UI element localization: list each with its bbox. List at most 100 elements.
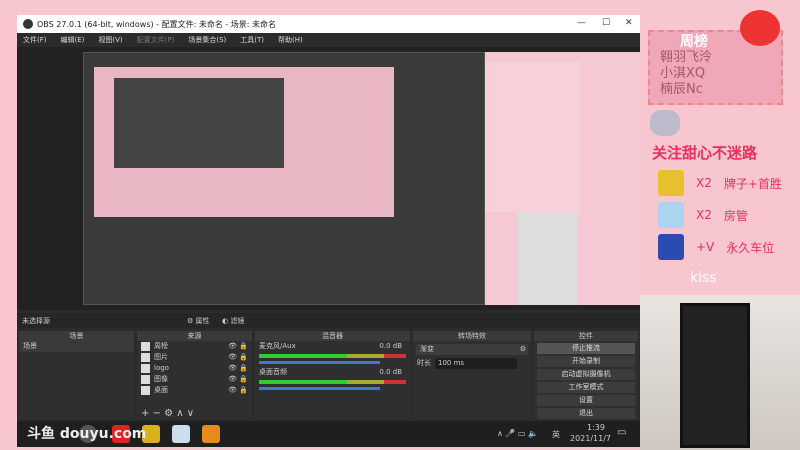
menu-edit[interactable]: 编辑(E) bbox=[61, 35, 85, 45]
clock-date: 2021/11/7 bbox=[570, 434, 612, 443]
source-name: 桌面 bbox=[154, 386, 168, 394]
source-item[interactable]: 周榜 👁 🔒 bbox=[137, 341, 252, 352]
minimize-button[interactable]: — bbox=[577, 18, 586, 28]
app-icon[interactable] bbox=[172, 425, 190, 443]
strawberry-icon bbox=[740, 10, 780, 46]
controls-header: 控件 bbox=[534, 331, 638, 341]
scenes-dock: 场景 场景 bbox=[19, 331, 134, 419]
control-button[interactable]: 设置 bbox=[537, 395, 635, 406]
visibility-eye-icon[interactable]: 👁 🔒 bbox=[228, 341, 248, 352]
menu-profile[interactable]: 配置文件(P) bbox=[137, 35, 175, 45]
scenes-header: 场景 bbox=[19, 331, 134, 341]
kiss-text: kiss bbox=[690, 270, 717, 286]
clock-time: 1:39 bbox=[587, 423, 605, 432]
gift-icon bbox=[658, 170, 684, 196]
controls-dock: 控件 停止推流开始录制启动虚拟摄像机 工作室模式设置退出 bbox=[534, 331, 638, 419]
volume-slider[interactable] bbox=[259, 361, 380, 364]
control-button[interactable]: 工作室模式 bbox=[537, 382, 635, 393]
nested-obs-capture bbox=[83, 52, 485, 305]
webcam-feed bbox=[640, 295, 800, 450]
display-icon bbox=[141, 386, 150, 395]
transition-type: 渐变 bbox=[420, 345, 434, 353]
notification-icon[interactable]: ▭ bbox=[617, 427, 626, 438]
menu-tools[interactable]: 工具(T) bbox=[240, 35, 264, 45]
nested-camera bbox=[518, 212, 578, 305]
perk-amount: X2 bbox=[696, 176, 712, 190]
perk-text: 永久车位 bbox=[726, 240, 775, 255]
menu-view[interactable]: 视图(V) bbox=[98, 35, 122, 45]
control-button[interactable]: 启动虚拟摄像机 bbox=[537, 369, 635, 380]
control-button[interactable]: 开始录制 bbox=[537, 356, 635, 367]
mixer-header: 混音器 bbox=[255, 331, 410, 341]
volume-meter bbox=[259, 380, 406, 384]
tray-icons[interactable]: ∧ 🎤 ▭ 🔈 bbox=[497, 429, 538, 438]
source-item[interactable]: logo 👁 🔒 bbox=[137, 363, 252, 374]
no-source-label: 未选择源 bbox=[22, 316, 50, 325]
source-toolbar-buttons[interactable]: + − ⚙ ∧ ∨ bbox=[141, 408, 194, 419]
ime-indicator[interactable]: 英 bbox=[552, 429, 560, 440]
properties-label: 属性 bbox=[195, 316, 210, 325]
menu-scene-collection[interactable]: 场景集合(S) bbox=[188, 35, 226, 45]
menu-file[interactable]: 文件(F) bbox=[23, 35, 47, 45]
visibility-eye-icon[interactable]: 👁 🔒 bbox=[228, 363, 248, 374]
sources-header: 来源 bbox=[137, 331, 252, 341]
maximize-button[interactable]: ☐ bbox=[602, 18, 610, 28]
perk-item: X2 牌子+首胜 bbox=[658, 170, 782, 196]
source-name: 周榜 bbox=[154, 342, 168, 350]
control-button[interactable]: 退出 bbox=[537, 408, 635, 419]
menu-bar: 文件(F) 编辑(E) 视图(V) 配置文件(P) 场景集合(S) 工具(T) … bbox=[17, 33, 640, 47]
source-name: logo bbox=[154, 364, 169, 372]
stream-overlay: 周榜 翱羽飞泠 小淇XQ 楠辰Nc 关注甜心不迷路 X2 牌子+首胜 X2 房管 +V 永… bbox=[640, 10, 800, 295]
channel-db: 0.0 dB bbox=[379, 342, 402, 350]
transition-select[interactable]: 渐变 ⚙ bbox=[416, 344, 528, 355]
preview-canvas bbox=[83, 52, 640, 305]
image-icon bbox=[141, 364, 150, 373]
image-icon bbox=[141, 353, 150, 362]
source-name: 图片 bbox=[154, 353, 168, 361]
control-button[interactable]: 停止推流 bbox=[537, 343, 635, 354]
close-button[interactable]: ✕ bbox=[625, 18, 633, 28]
perk-item: +V 永久车位 bbox=[658, 234, 774, 260]
duration-input[interactable]: 100 ms bbox=[435, 358, 517, 369]
preview-area[interactable] bbox=[17, 47, 640, 310]
gift-icon bbox=[658, 202, 684, 228]
mirror bbox=[680, 303, 750, 448]
follow-slogan: 关注甜心不迷路 bbox=[652, 144, 758, 162]
rank-entry: 翱羽飞泠 bbox=[660, 50, 713, 65]
visibility-eye-icon[interactable]: 👁 🔒 bbox=[228, 352, 248, 363]
source-name: 图像 bbox=[154, 375, 168, 383]
volume-slider[interactable] bbox=[259, 387, 380, 390]
properties-button[interactable]: ⚙ 属性 bbox=[187, 316, 210, 326]
mixer-dock: 混音器 麦克风/Aux 0.0 dB 桌面音频 0.0 dB bbox=[255, 331, 410, 419]
obs-logo-icon bbox=[23, 19, 33, 29]
taskbar: 斗鱼 douyu.com ∧ 🎤 ▭ 🔈 英 1:39 2021/11/7 ▭ bbox=[17, 421, 640, 447]
image-icon bbox=[141, 375, 150, 384]
perk-text: 牌子+首胜 bbox=[723, 176, 782, 191]
title-bar: OBS 27.0.1 (64-bit, windows) - 配置文件: 未命名… bbox=[17, 15, 640, 33]
source-item[interactable]: 图片 👁 🔒 bbox=[137, 352, 252, 363]
rank-entry: 小淇XQ bbox=[660, 66, 706, 81]
perk-amount: +V bbox=[696, 240, 715, 254]
perk-amount: X2 bbox=[696, 208, 712, 222]
window-title: OBS 27.0.1 (64-bit, windows) - 配置文件: 未命名… bbox=[37, 19, 277, 29]
text-icon bbox=[141, 342, 150, 351]
channel-name: 桌面音频 bbox=[259, 368, 287, 376]
visibility-eye-icon[interactable]: 👁 🔒 bbox=[228, 385, 248, 396]
obs-window: OBS 27.0.1 (64-bit, windows) - 配置文件: 未命名… bbox=[17, 15, 640, 447]
scene-item[interactable]: 场景 bbox=[19, 341, 134, 352]
source-item[interactable]: 图像 👁 🔒 bbox=[137, 374, 252, 385]
transitions-dock: 转场特效 渐变 ⚙ 时长 100 ms bbox=[413, 331, 531, 419]
douyu-watermark: 斗鱼 douyu.com bbox=[27, 426, 147, 442]
volume-meter bbox=[259, 354, 406, 358]
source-toolbar: 未选择源 ⚙ 属性 ◐ 滤镜 bbox=[17, 313, 640, 328]
menu-help[interactable]: 帮助(H) bbox=[278, 35, 303, 45]
channel-db: 0.0 dB bbox=[379, 368, 402, 376]
perk-item: X2 房管 bbox=[658, 202, 748, 228]
filters-button[interactable]: ◐ 滤镜 bbox=[222, 316, 244, 326]
source-item[interactable]: 桌面 👁 🔒 bbox=[137, 385, 252, 396]
nested-overlay bbox=[485, 62, 580, 212]
visibility-eye-icon[interactable]: 👁 🔒 bbox=[228, 374, 248, 385]
app-icon[interactable] bbox=[202, 425, 220, 443]
transitions-header: 转场特效 bbox=[413, 331, 531, 341]
gear-icon[interactable]: ⚙ bbox=[520, 344, 526, 355]
